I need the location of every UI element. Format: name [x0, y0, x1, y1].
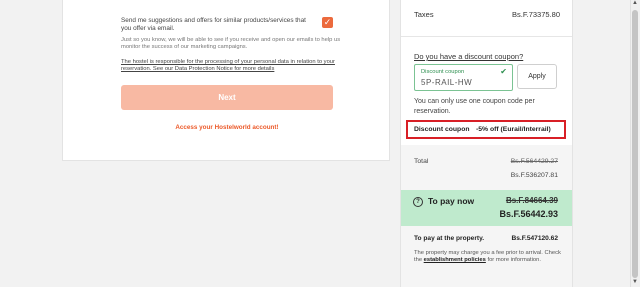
pay-now-original-price: Bs.F.84664.39: [505, 196, 558, 205]
page-scrollbar[interactable]: ▲ ▼: [630, 0, 640, 287]
pay-now-label: To pay now: [428, 196, 475, 206]
scroll-up-arrow-icon[interactable]: ▲: [632, 0, 638, 6]
booking-form-card: Send me suggestions and offers for simil…: [62, 0, 390, 161]
check-icon: ✓: [323, 17, 332, 27]
data-protection-link[interactable]: The hostel is responsible for the proces…: [121, 59, 349, 74]
apply-coupon-button[interactable]: Apply: [517, 64, 557, 89]
total-original-price: Bs.F.564429.27: [510, 158, 558, 165]
total-discounted-price: Bs.F.536207.81: [510, 172, 558, 179]
taxes-row: Taxes Bs.F.73375.80: [414, 10, 560, 19]
pay-at-property-note: The property may charge you a fee prior …: [414, 250, 564, 265]
establishment-policies-link[interactable]: establishment policies: [424, 257, 486, 263]
pay-at-property-label: To pay at the property.: [414, 235, 485, 242]
scrollbar-thumb[interactable]: [632, 10, 638, 278]
marketing-consent-checkbox[interactable]: ✓: [322, 17, 333, 28]
pay-at-property-section: To pay at the property. Bs.F.547120.62 T…: [401, 226, 572, 287]
applied-discount-label: Discount coupon: [414, 126, 470, 133]
next-button[interactable]: Next: [121, 85, 333, 110]
scroll-down-arrow-icon[interactable]: ▼: [632, 279, 638, 285]
marketing-info-text: Just so you know, we will be able to see…: [121, 37, 341, 51]
note-suffix: for more information.: [485, 257, 541, 264]
pay-at-property-amount: Bs.F.547120.62: [511, 235, 558, 242]
marketing-consent-text: Send me suggestions and offers for simil…: [121, 17, 306, 32]
question-circle-icon[interactable]: ?: [413, 197, 423, 207]
hostelworld-account-link[interactable]: Access your Hostelworld account!: [121, 124, 333, 131]
coupon-field-label: Discount coupon: [421, 69, 465, 75]
taxes-value: Bs.F.73375.80: [512, 10, 560, 19]
booking-summary-panel: Taxes Bs.F.73375.80 Do you have a discou…: [400, 0, 573, 287]
coupon-field-value: 5P-RAIL-HW: [421, 78, 473, 87]
coupon-note: You can only use one coupon code per res…: [414, 98, 535, 115]
check-icon: ✔: [500, 67, 507, 76]
discount-coupon-toggle[interactable]: Do you have a discount coupon?: [414, 52, 523, 61]
taxes-label: Taxes: [414, 10, 434, 19]
pay-now-section: ? To pay now Bs.F.84664.39 Bs.F.56442.93: [401, 190, 572, 226]
pay-now-discounted-price: Bs.F.56442.93: [499, 209, 558, 219]
applied-discount-value: -5% off (Eurail/Interrail): [476, 126, 551, 133]
applied-discount-row: Discount coupon -5% off (Eurail/Interrai…: [406, 120, 566, 139]
coupon-input-field[interactable]: Discount coupon 5P-RAIL-HW ✔: [414, 64, 513, 91]
total-section: Total Bs.F.564429.27 Bs.F.536207.81: [401, 145, 572, 192]
divider: [401, 36, 572, 37]
total-label: Total: [414, 158, 429, 165]
